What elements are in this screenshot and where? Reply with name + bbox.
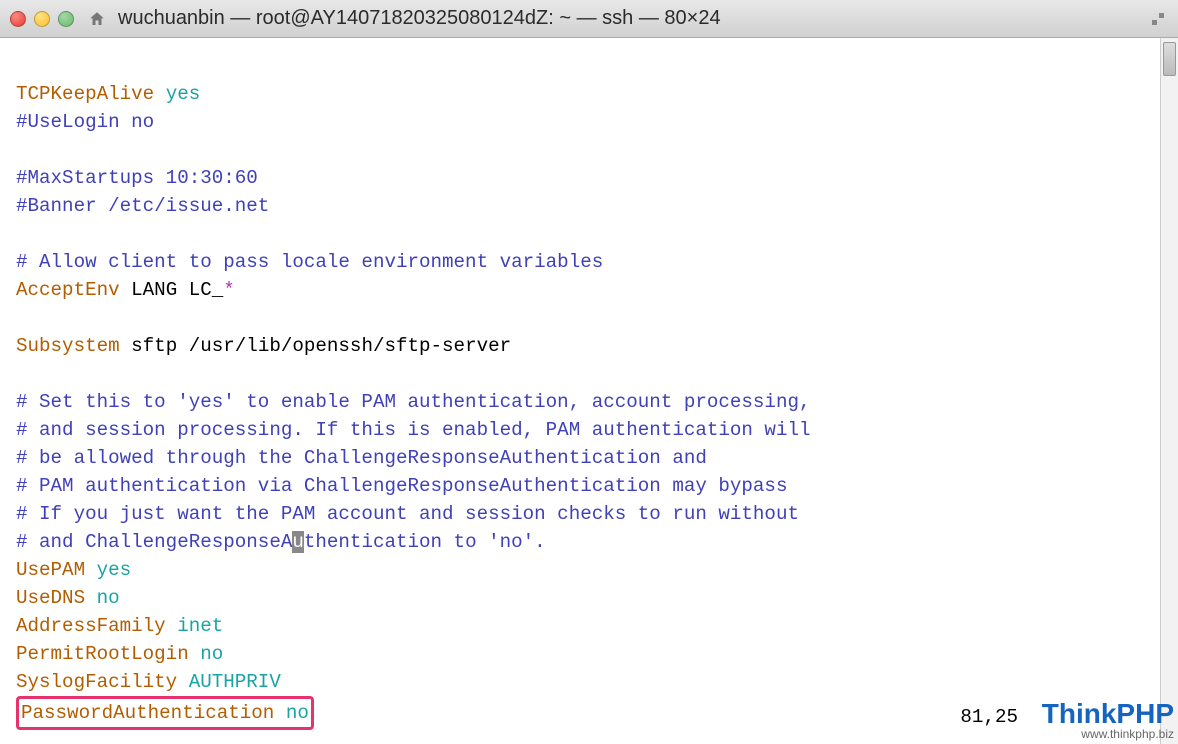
comment-line: # Allow client to pass locale environmen… [16, 251, 603, 273]
comment-line: # If you just want the PAM account and s… [16, 503, 799, 525]
config-value: sftp /usr/lib/openssh/sftp-server [120, 335, 512, 357]
zoom-icon[interactable] [58, 11, 74, 27]
config-value: no [85, 587, 120, 609]
config-key: UseDNS [16, 587, 85, 609]
config-key: SyslogFacility [16, 671, 177, 693]
comment-line: # and session processing. If this is ena… [16, 419, 811, 441]
config-key: AddressFamily [16, 615, 166, 637]
config-key: PermitRootLogin [16, 643, 189, 665]
config-value: AUTHPRIV [177, 671, 281, 693]
scrollbar-thumb[interactable] [1163, 42, 1176, 76]
minimize-icon[interactable] [34, 11, 50, 27]
vim-position: 81,25 [960, 706, 1018, 728]
config-key: PasswordAuthentication [21, 702, 274, 724]
comment-line: # PAM authentication via ChallengeRespon… [16, 475, 787, 497]
config-value: yes [154, 83, 200, 105]
highlighted-line: PasswordAuthentication no [16, 696, 314, 730]
config-key: AcceptEnv [16, 279, 120, 301]
comment-line: #MaxStartups 10:30:60 [16, 167, 258, 189]
scrollbar[interactable] [1160, 38, 1178, 744]
comment-line: #UseLogin no [16, 111, 154, 133]
config-key: TCPKeepAlive [16, 83, 154, 105]
comment-line: # Set this to 'yes' to enable PAM authen… [16, 391, 811, 413]
maximize-icon[interactable] [1148, 9, 1168, 29]
comment-line: # and ChallengeResponseAuthentication to… [16, 531, 546, 553]
close-icon[interactable] [10, 11, 26, 27]
comment-line: # be allowed through the ChallengeRespon… [16, 447, 707, 469]
config-key: Subsystem [16, 335, 120, 357]
glob-star: * [223, 279, 235, 301]
terminal-content[interactable]: TCPKeepAlive yes #UseLogin no #MaxStartu… [0, 38, 1178, 740]
titlebar: wuchuanbin — root@AY14071820325080124dZ:… [0, 0, 1178, 38]
config-value: no [189, 643, 224, 665]
config-value: LANG LC_ [120, 279, 224, 301]
config-value: yes [85, 559, 131, 581]
cursor: u [292, 531, 304, 553]
config-value: inet [166, 615, 224, 637]
config-value: no [274, 702, 309, 724]
watermark: ThinkPHP www.thinkphp.biz [1042, 700, 1174, 740]
home-icon [88, 10, 106, 28]
comment-line: #Banner /etc/issue.net [16, 195, 269, 217]
window-title: wuchuanbin — root@AY14071820325080124dZ:… [118, 7, 721, 30]
config-key: UsePAM [16, 559, 85, 581]
